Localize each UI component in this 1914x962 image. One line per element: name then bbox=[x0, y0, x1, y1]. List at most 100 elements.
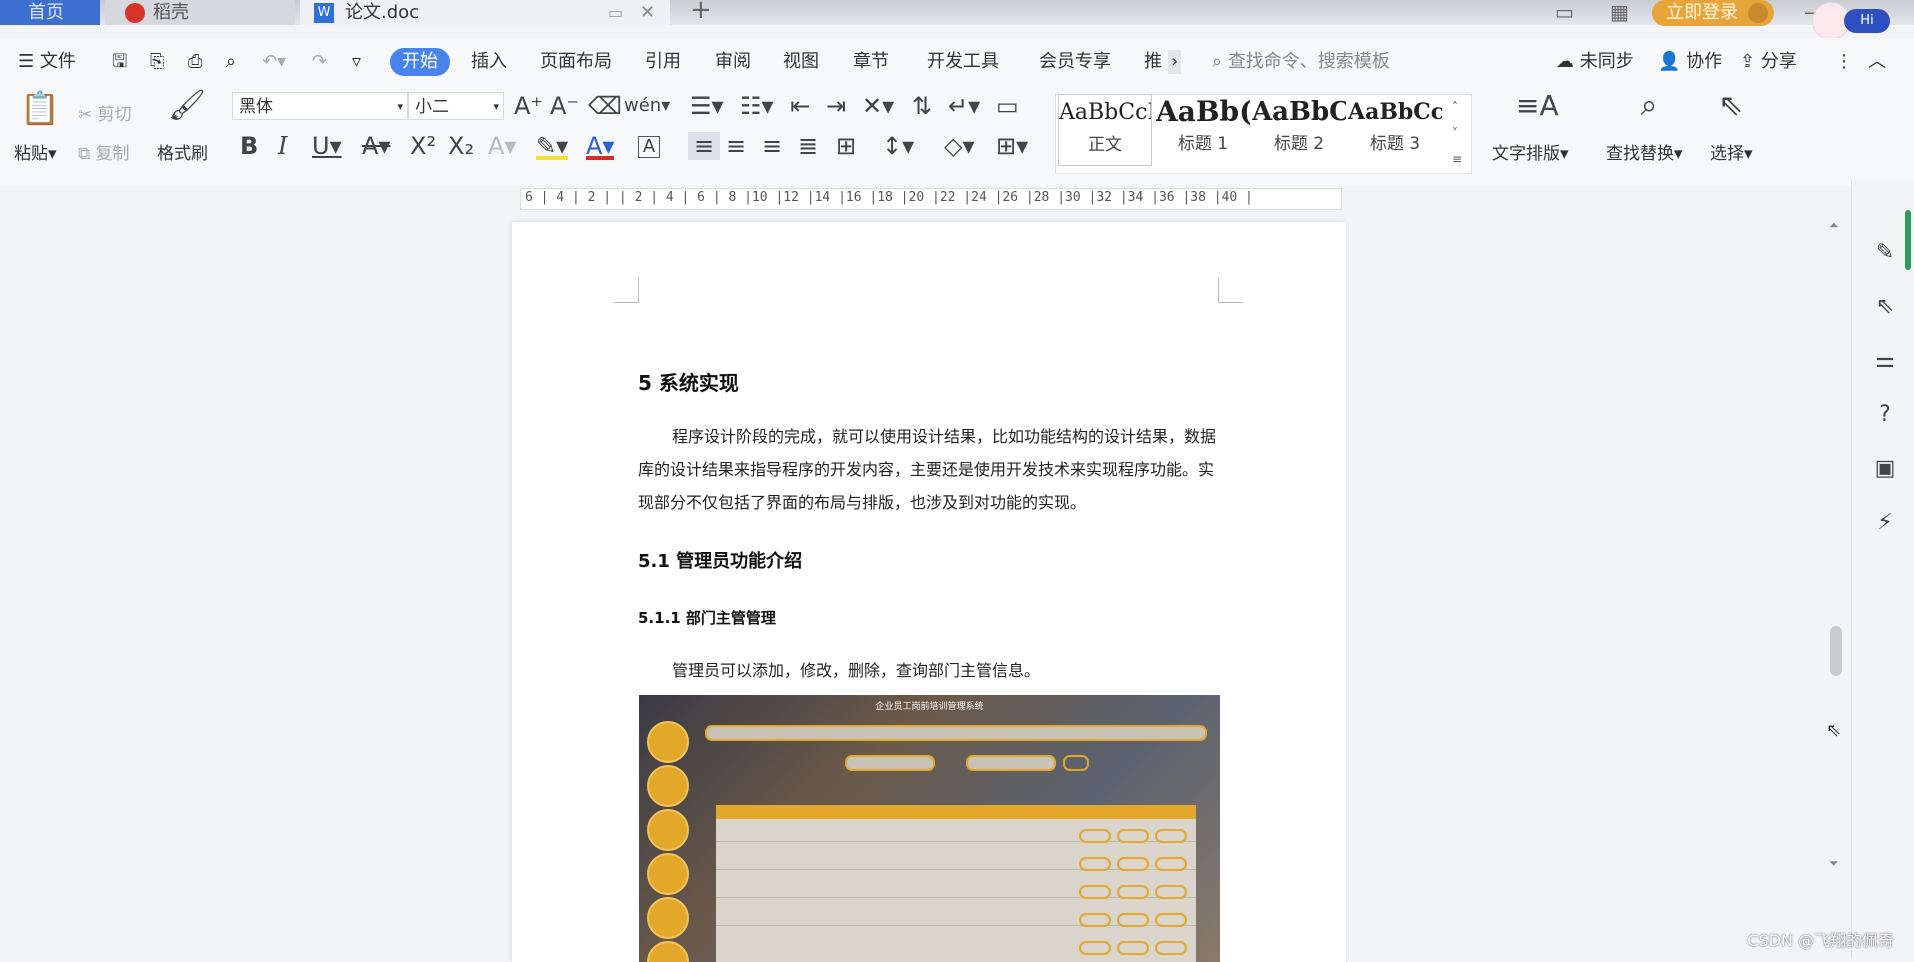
export-icon[interactable]: ⎘ bbox=[150, 50, 164, 74]
print-icon[interactable]: ⎙ bbox=[188, 50, 202, 74]
format-painter-icon[interactable]: 🖌 bbox=[168, 91, 206, 121]
styles-scroll-icon[interactable]: ˄ ˅ ≡ bbox=[1452, 94, 1462, 172]
heading-department-manager[interactable]: 5.1.1 部门主管管理 bbox=[638, 607, 776, 628]
copy-button[interactable]: ⧉ 复制 bbox=[78, 139, 130, 164]
select-cursor-icon[interactable]: ⇖ bbox=[1714, 91, 1748, 121]
scroll-down-icon[interactable]: ⏷ bbox=[1829, 856, 1839, 871]
tab-document[interactable]: W 论文.doc ▭ ✕ bbox=[300, 0, 670, 25]
window-layout-icon[interactable]: ▭ bbox=[1555, 0, 1574, 25]
numbered-list-icon[interactable]: ☷▾ bbox=[740, 92, 774, 120]
scroll-up-icon[interactable]: ⏶ bbox=[1829, 218, 1839, 233]
tab-developer[interactable]: 开发工具 bbox=[927, 50, 999, 74]
tab-page-layout[interactable]: 页面布局 bbox=[540, 50, 612, 74]
style-heading-2[interactable]: AaBbC 标题 2 bbox=[1252, 94, 1346, 166]
style-normal[interactable]: AaBbCcI 正文 bbox=[1058, 94, 1152, 166]
image-tool-icon[interactable]: ▣ bbox=[1872, 456, 1898, 482]
italic-icon[interactable]: I bbox=[278, 132, 287, 160]
tab-start[interactable]: 开始 bbox=[390, 48, 450, 76]
tab-chapter[interactable]: 章节 bbox=[853, 50, 889, 74]
tab-recommend[interactable]: 推 bbox=[1144, 50, 1162, 74]
ruler-toggle-icon[interactable]: ▭ bbox=[996, 92, 1019, 120]
justify-icon[interactable]: ≣ bbox=[798, 132, 818, 160]
sliders-icon[interactable]: ⚌ bbox=[1872, 348, 1898, 374]
quick-access-dropdown-icon[interactable]: ▿ bbox=[352, 50, 361, 74]
grow-font-icon[interactable]: A⁺ bbox=[514, 92, 543, 120]
body-paragraph-1[interactable]: 程序设计阶段的完成，就可以使用设计结果，比如功能结构的设计结果，数据库的设计结果… bbox=[638, 420, 1223, 519]
increase-indent-icon[interactable]: ⇥ bbox=[826, 92, 846, 120]
vertical-scrollbar[interactable]: ⏶ ⏷ bbox=[1826, 216, 1844, 876]
cut-button[interactable]: ✂ 剪切 bbox=[78, 100, 132, 125]
align-left-icon[interactable]: ≡ bbox=[688, 132, 720, 160]
heading-admin-features[interactable]: 5.1 管理员功能介绍 bbox=[638, 547, 802, 573]
align-center-icon[interactable]: ≡ bbox=[726, 132, 746, 160]
tab-home[interactable]: 首页 bbox=[0, 0, 100, 25]
select-button[interactable]: 选择▾ bbox=[1710, 139, 1753, 164]
tab-insert[interactable]: 插入 bbox=[471, 50, 507, 74]
font-color-icon[interactable]: A▾ bbox=[586, 132, 615, 160]
shading-icon[interactable]: ◇▾ bbox=[944, 132, 975, 160]
tab-member[interactable]: 会员专享 bbox=[1039, 50, 1111, 74]
undo-icon[interactable]: ↶▾ bbox=[262, 50, 286, 74]
show-marks-icon[interactable]: ↵▾ bbox=[948, 92, 980, 120]
sort-icon[interactable]: ⇅ bbox=[912, 92, 932, 120]
collapse-ribbon-icon[interactable]: ︿ bbox=[1868, 50, 1886, 74]
print-preview-icon[interactable]: ⌕ bbox=[226, 50, 236, 74]
apps-grid-icon[interactable]: ▦ bbox=[1610, 0, 1629, 25]
bullet-list-icon[interactable]: ☰▾ bbox=[690, 92, 724, 120]
close-tab-icon[interactable]: ✕ bbox=[640, 0, 655, 25]
style-heading-1[interactable]: AaBb( 标题 1 bbox=[1156, 94, 1250, 166]
strikethrough-icon[interactable]: A▾ bbox=[362, 132, 390, 160]
font-name-select[interactable]: 黑体 ▾ bbox=[232, 92, 408, 120]
panel-edge-tab[interactable] bbox=[1905, 210, 1911, 270]
find-icon[interactable]: ⌕ bbox=[1632, 91, 1666, 121]
shrink-font-icon[interactable]: A⁻ bbox=[550, 92, 579, 120]
collaborate-button[interactable]: 👤 协作 bbox=[1658, 50, 1722, 74]
character-border-icon[interactable]: A bbox=[638, 136, 660, 158]
more-tabs-icon[interactable]: › bbox=[1168, 50, 1182, 74]
paste-button[interactable]: 粘贴▾ bbox=[14, 139, 57, 164]
tab-view[interactable]: 视图 bbox=[783, 50, 819, 74]
tab-review[interactable]: 审阅 bbox=[715, 50, 751, 74]
align-right-icon[interactable]: ≡ bbox=[762, 132, 782, 160]
line-spacing-icon[interactable]: ↕▾ bbox=[882, 132, 914, 160]
format-painter-button[interactable]: 格式刷 bbox=[157, 139, 208, 164]
subscript-icon[interactable]: X₂ bbox=[448, 132, 474, 160]
login-button[interactable]: 立即登录 bbox=[1652, 0, 1774, 26]
find-replace-button[interactable]: 查找替换▾ bbox=[1606, 139, 1683, 164]
more-options-icon[interactable]: ⋮ bbox=[1835, 50, 1853, 74]
paste-icon[interactable]: 📋 bbox=[20, 92, 60, 124]
tab-docer[interactable]: 稻壳 bbox=[105, 0, 295, 25]
assistant-widget[interactable]: Hi bbox=[1812, 2, 1894, 40]
distributed-icon[interactable]: ⊞ bbox=[836, 132, 856, 160]
font-size-select[interactable]: 小二 ▾ bbox=[408, 92, 504, 120]
pinyin-guide-icon[interactable]: wén▾ bbox=[624, 92, 670, 120]
embedded-system-screenshot[interactable]: 企业员工岗前培训管理系统 bbox=[639, 695, 1220, 962]
lightning-icon[interactable]: ⚡ bbox=[1872, 510, 1898, 536]
sync-status[interactable]: ☁ 未同步 bbox=[1556, 50, 1634, 74]
command-search[interactable]: ⌕ 查找命令、搜索模板 bbox=[1212, 50, 1390, 74]
style-heading-3[interactable]: AaBbCcl 标题 3 bbox=[1348, 94, 1442, 166]
cursor-icon[interactable]: ⇖ bbox=[1872, 294, 1898, 320]
document-page[interactable]: 5 系统实现 程序设计阶段的完成，就可以使用设计结果，比如功能结构的设计结果，数… bbox=[512, 222, 1346, 962]
scroll-thumb[interactable] bbox=[1830, 626, 1842, 676]
ruler[interactable]: 6 | 4 | 2 | | 2 | 4 | 6 | 8 |10 |12 |14 … bbox=[0, 186, 1914, 220]
borders-icon[interactable]: ⊞▾ bbox=[996, 132, 1028, 160]
file-menu[interactable]: ☰ 文件 bbox=[18, 50, 76, 74]
highlight-icon[interactable]: ✎▾ bbox=[536, 132, 569, 160]
share-button[interactable]: ⇪ 分享 bbox=[1740, 50, 1797, 74]
text-layout-button[interactable]: 文字排版▾ bbox=[1492, 139, 1569, 164]
superscript-icon[interactable]: X² bbox=[410, 132, 436, 160]
decrease-indent-icon[interactable]: ⇤ bbox=[790, 92, 810, 120]
pen-icon[interactable]: ✎ bbox=[1872, 240, 1898, 266]
new-tab-button[interactable]: + bbox=[690, 0, 712, 23]
heading-system-implementation[interactable]: 5 系统实现 bbox=[638, 367, 739, 396]
body-paragraph-2[interactable]: 管理员可以添加，修改，删除，查询部门主管信息。 bbox=[638, 654, 1223, 687]
bold-icon[interactable]: B bbox=[240, 132, 258, 160]
text-layout-icon[interactable]: ≡A bbox=[1516, 92, 1559, 120]
underline-icon[interactable]: U▾ bbox=[312, 132, 342, 160]
redo-icon[interactable]: ↷ bbox=[312, 50, 327, 74]
text-effect-icon[interactable]: A▾ bbox=[488, 132, 516, 160]
clear-format-icon[interactable]: ⌫ bbox=[588, 92, 622, 120]
tab-references[interactable]: 引用 bbox=[645, 50, 681, 74]
pin-window-icon[interactable]: ▭ bbox=[608, 0, 623, 25]
